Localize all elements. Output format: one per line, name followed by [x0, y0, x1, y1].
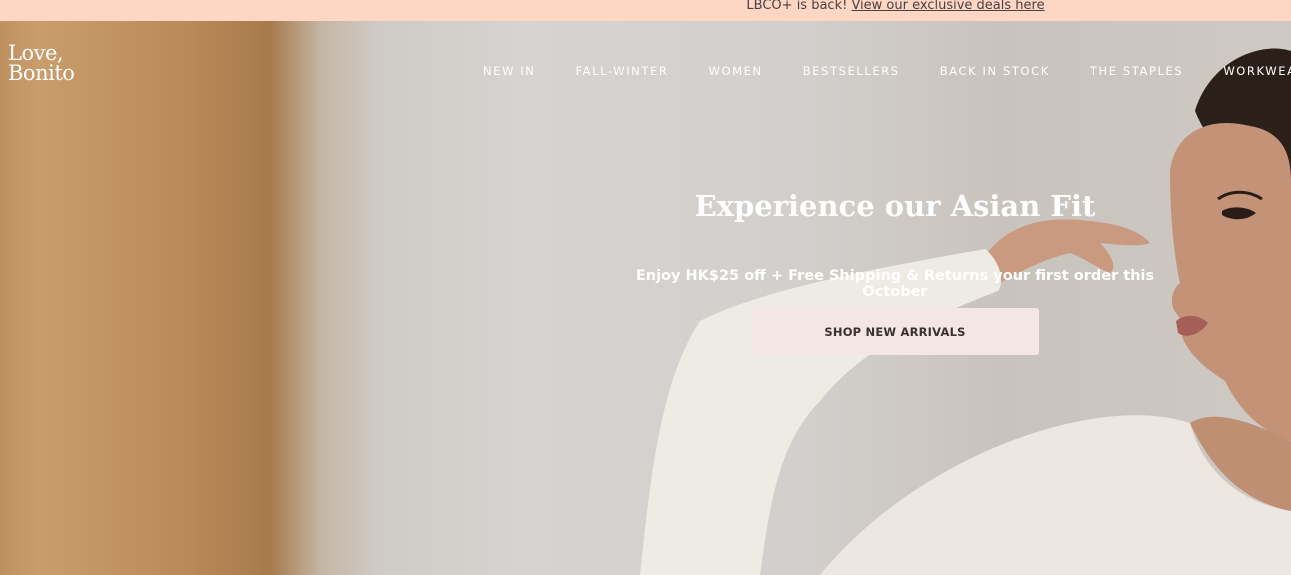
announcement-link[interactable]: View our exclusive deals here	[851, 0, 1044, 13]
main-nav: NEW IN FALL-WINTER WOMEN BESTSELLERS BAC…	[483, 64, 1291, 78]
announcement-bar: LBCO+ is back! View our exclusive deals …	[0, 0, 1291, 21]
nav-item-back-in-stock[interactable]: BACK IN STOCK	[940, 64, 1050, 78]
hero-banner: Love, Bonito NEW IN FALL-WINTER WOMEN BE…	[0, 21, 1291, 575]
nav-item-new-in[interactable]: NEW IN	[483, 64, 536, 78]
nav-item-workwear[interactable]: WORKWEAR	[1223, 64, 1291, 78]
nav-item-fall-winter[interactable]: FALL-WINTER	[576, 64, 669, 78]
nav-item-bestsellers[interactable]: BESTSELLERS	[803, 64, 900, 78]
hero-subline: Enjoy HK$25 off + Free Shipping & Return…	[635, 268, 1155, 300]
announcement-text: LBCO+ is back!	[746, 0, 848, 13]
brand-logo[interactable]: Love, Bonito	[8, 41, 75, 85]
logo-line-1: Love,	[8, 41, 64, 65]
logo-line-2: Bonito	[8, 61, 75, 85]
nav-item-the-staples[interactable]: THE STAPLES	[1090, 64, 1183, 78]
shop-new-arrivals-button[interactable]: SHOP NEW ARRIVALS	[751, 308, 1039, 355]
hero-headline: Experience our Asian Fit	[694, 189, 1096, 223]
nav-item-women[interactable]: WOMEN	[708, 64, 762, 78]
